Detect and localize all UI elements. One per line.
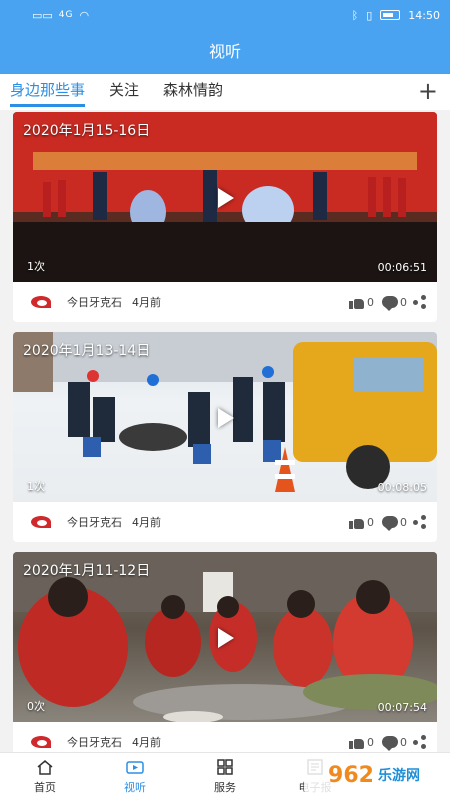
video-title: 2020年1月11-12日 xyxy=(23,563,151,579)
publish-time: 4月前 xyxy=(132,296,161,309)
bottom-nav: 首页 视听 服务 电子报 962 乐游网 xyxy=(0,752,450,800)
like-button[interactable]: 0 xyxy=(349,735,374,749)
video-card: 2020年1月13-14日 1次 00:08:05 今日牙克石 4月前 0 0 xyxy=(13,332,437,542)
publish-time: 4月前 xyxy=(132,516,161,529)
video-icon xyxy=(126,760,144,774)
nav-video[interactable]: 视听 xyxy=(90,753,180,800)
video-card: 2020年1月15-16日 1次 00:06:51 今日牙克石 4月前 0 0 xyxy=(13,112,437,322)
clock: 14:50 xyxy=(408,8,440,22)
comment-button[interactable]: 0 xyxy=(382,295,407,311)
publisher-logo-icon xyxy=(29,294,55,310)
tab-follow[interactable]: 关注 xyxy=(109,74,139,110)
share-icon[interactable] xyxy=(413,735,427,749)
video-title: 2020年1月15-16日 xyxy=(23,123,151,139)
video-player[interactable]: 2020年1月15-16日 1次 00:06:51 xyxy=(13,112,437,282)
status-bar: ▭▭ 4G ◠ ᛒ ▯ 14:50 xyxy=(0,0,450,30)
play-icon[interactable] xyxy=(218,628,234,648)
comment-icon xyxy=(382,736,398,751)
wifi-icon: ◠ xyxy=(79,8,90,22)
battery-icon xyxy=(380,10,401,20)
like-count: 0 xyxy=(367,735,374,749)
video-duration: 00:06:51 xyxy=(377,261,427,274)
top-bar: ▭▭ 4G ◠ ᛒ ▯ 14:50 视听 xyxy=(0,0,450,74)
bluetooth-icon: ᛒ xyxy=(351,8,359,22)
video-duration: 00:08:05 xyxy=(377,481,427,494)
watermark-text: 乐游网 xyxy=(377,768,420,784)
comment-icon xyxy=(382,296,398,311)
play-icon[interactable] xyxy=(218,188,234,208)
thumbs-up-icon xyxy=(349,295,365,309)
view-count: 1次 xyxy=(27,260,45,273)
app: ▭▭ 4G ◠ ᛒ ▯ 14:50 视听 身边那些事 关注 森林情韵 + 202… xyxy=(0,0,450,800)
play-icon[interactable] xyxy=(218,408,234,428)
nav-home[interactable]: 首页 xyxy=(0,753,90,800)
like-button[interactable]: 0 xyxy=(349,515,374,529)
video-meta: 今日牙克石 4月前 0 0 xyxy=(13,722,437,752)
thumbs-up-icon xyxy=(349,735,365,749)
publish-time: 4月前 xyxy=(132,736,161,749)
video-card: 2020年1月11-12日 0次 00:07:54 今日牙克石 4月前 0 0 xyxy=(13,552,437,752)
publisher-name[interactable]: 今日牙克石 xyxy=(67,294,122,310)
share-icon[interactable] xyxy=(413,295,427,309)
nav-service[interactable]: 服务 xyxy=(180,753,270,800)
add-tab-button[interactable]: + xyxy=(418,76,438,106)
publisher-name[interactable]: 今日牙克石 xyxy=(67,514,122,530)
video-title: 2020年1月13-14日 xyxy=(23,343,151,359)
like-count: 0 xyxy=(367,295,374,309)
comment-icon xyxy=(382,516,398,531)
publisher-name[interactable]: 今日牙克石 xyxy=(67,734,122,750)
comment-count: 0 xyxy=(400,735,407,749)
watermark-logo: 962 乐游网 xyxy=(304,756,444,794)
signal-icon: 4G xyxy=(58,10,74,20)
like-count: 0 xyxy=(367,515,374,529)
comment-button[interactable]: 0 xyxy=(382,735,407,751)
view-count: 1次 xyxy=(27,480,45,493)
sim-icon: ▭▭ xyxy=(32,8,53,22)
tab-bar: 身边那些事 关注 森林情韵 + xyxy=(0,74,450,110)
nav-label: 视听 xyxy=(124,780,146,794)
publisher-logo-icon xyxy=(29,734,55,750)
publisher-logo-icon xyxy=(29,514,55,530)
video-player[interactable]: 2020年1月11-12日 0次 00:07:54 xyxy=(13,552,437,722)
video-player[interactable]: 2020年1月13-14日 1次 00:08:05 xyxy=(13,332,437,502)
nav-label: 服务 xyxy=(214,780,236,794)
home-icon xyxy=(37,759,53,775)
comment-count: 0 xyxy=(400,295,407,309)
like-button[interactable]: 0 xyxy=(349,295,374,309)
video-duration: 00:07:54 xyxy=(377,701,427,714)
share-icon[interactable] xyxy=(413,515,427,529)
tab-forest[interactable]: 森林情韵 xyxy=(163,74,223,110)
vibrate-icon: ▯ xyxy=(366,8,373,22)
video-feed[interactable]: 2020年1月15-16日 1次 00:06:51 今日牙克石 4月前 0 0 xyxy=(0,110,450,752)
watermark-number: 962 xyxy=(328,762,374,788)
comment-button[interactable]: 0 xyxy=(382,515,407,531)
comment-count: 0 xyxy=(400,515,407,529)
video-meta: 今日牙克石 4月前 0 0 xyxy=(13,502,437,542)
view-count: 0次 xyxy=(27,700,45,713)
tab-nearby[interactable]: 身边那些事 xyxy=(10,74,86,110)
video-meta: 今日牙克石 4月前 0 0 xyxy=(13,282,437,322)
nav-label: 首页 xyxy=(34,780,56,794)
page-title: 视听 xyxy=(208,42,241,61)
thumbs-up-icon xyxy=(349,515,365,529)
grid-icon xyxy=(217,758,233,775)
